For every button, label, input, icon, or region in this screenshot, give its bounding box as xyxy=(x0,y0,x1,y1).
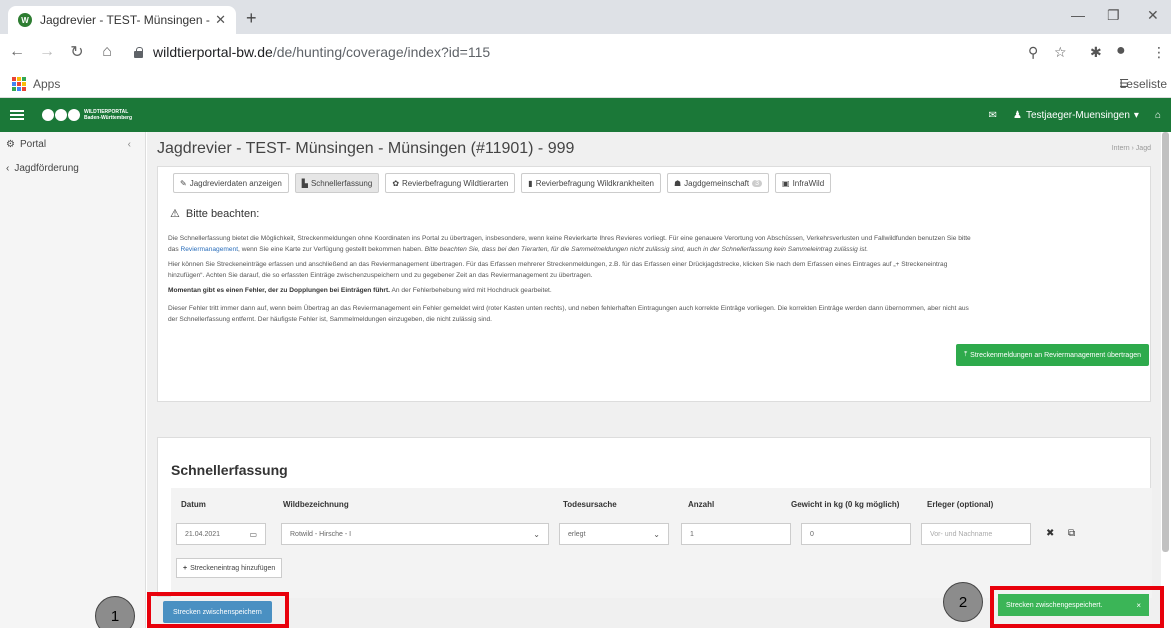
notice-paragraph-2: Hier können Sie Streckeneinträge erfasse… xyxy=(168,261,948,279)
calendar-icon[interactable]: ▭ xyxy=(249,530,257,539)
entry-table: Datum Wildbezeichnung Todesursache Anzah… xyxy=(171,488,1152,598)
window-close-icon[interactable]: ✕ xyxy=(1147,7,1159,24)
warning-icon: ⚠ xyxy=(170,208,180,220)
tab-wildtierarten[interactable]: ✿ Revierbefragung Wildtierarten xyxy=(385,173,516,193)
notice-paragraph-1: Die Schnellerfassung bietet die Möglichk… xyxy=(168,235,971,253)
paw-icon: ✿ xyxy=(392,178,400,188)
gewicht-input[interactable]: 0 xyxy=(801,523,911,545)
gear-icon: ⚙ xyxy=(6,138,15,150)
new-tab-icon[interactable]: + xyxy=(246,8,257,29)
page-scrollbar[interactable] xyxy=(1162,132,1169,562)
header-gewicht: Gewicht in kg (0 kg möglich) xyxy=(791,500,900,509)
anzahl-input[interactable]: 1 xyxy=(681,523,791,545)
browser-tab-strip: W Jagdrevier - TEST- Münsingen - M ✕ + —… xyxy=(0,0,1171,34)
logo-text-line2: Baden-Württemberg xyxy=(84,115,133,121)
highlight-box-save xyxy=(147,592,289,628)
plus-icon: + xyxy=(183,564,188,572)
notice-paragraph-3: Momentan gibt es einen Fehler, der zu Do… xyxy=(168,287,552,294)
book-icon: ▮ xyxy=(528,178,533,188)
bookmark-apps[interactable]: Apps xyxy=(33,77,60,91)
transfer-to-reviermanagement-button[interactable]: ⤒ Streckenmeldungen an Reviermanagement … xyxy=(956,344,1149,366)
home-icon[interactable]: ⌂ xyxy=(94,43,120,61)
info-card: ✎ Jagdrevierdaten anzeigen ▙ Schnellerfass… xyxy=(157,166,1151,402)
back-icon[interactable]: ← xyxy=(4,43,30,61)
tab-jagdrevierdaten[interactable]: ✎ Jagdrevierdaten anzeigen xyxy=(173,173,289,193)
bookmark-star-icon[interactable]: ☆ xyxy=(1054,44,1067,61)
zoom-icon[interactable]: ⚲ xyxy=(1028,44,1038,61)
tab-jagdgemeinschaft[interactable]: ☗ Jagdgemeinschaft 3 xyxy=(667,173,770,193)
image-icon: ▣ xyxy=(782,178,790,188)
browser-tab-title: Jagdrevier - TEST- Münsingen - M xyxy=(40,13,210,27)
logo-mark-icon xyxy=(42,109,80,121)
schnellerfassung-panel: Schnellerfassung Datum Wildbezeichnung T… xyxy=(157,437,1152,598)
close-tab-icon[interactable]: ✕ xyxy=(215,12,226,28)
sidebar-item-label: Portal xyxy=(19,138,47,150)
chevron-down-icon: ⌄ xyxy=(533,529,540,539)
reload-icon[interactable]: ↻ xyxy=(64,42,90,62)
user-icon: ♟ xyxy=(1013,109,1022,121)
notice-paragraph-4: Dieser Fehler tritt immer dann auf, wenn… xyxy=(168,305,969,323)
bookmarks-bar: Apps ☰ Leseliste xyxy=(0,70,1171,98)
upload-icon: ⤒ xyxy=(964,351,968,358)
hamburger-menu-icon[interactable] xyxy=(10,108,24,122)
site-favicon-icon: W xyxy=(18,13,32,27)
header-todesursache: Todesursache xyxy=(563,500,617,509)
date-input[interactable]: 21.04.2021 ▭ xyxy=(176,523,266,545)
notice-heading: ⚠ Bitte beachten: xyxy=(170,207,260,221)
minimize-icon[interactable]: — xyxy=(1071,7,1085,23)
tab-schnellerfassung[interactable]: ▙ Schnellerfassung xyxy=(294,173,380,193)
lock-icon xyxy=(134,46,143,58)
main-content: Jagdrevier - TEST- Münsingen - Münsingen… xyxy=(147,132,1161,628)
sidebar: ⚙ Portal ‹ ‹ Jagdförderung xyxy=(0,132,146,628)
app-header: WILDTIERPORTAL Baden-Württemberg ✉ ♟ Tes… xyxy=(0,98,1171,132)
home-nav-icon[interactable]: ⌂ xyxy=(1155,110,1161,121)
wildbezeichnung-select[interactable]: Rotwild - Hirsche - I ⌄ xyxy=(281,523,549,545)
chart-icon: ▙ xyxy=(301,178,308,188)
sidebar-item-jagdfoerderung[interactable]: ‹ Jagdförderung xyxy=(0,156,145,180)
url-path: /de/hunting/coverage/index?id=115 xyxy=(272,44,491,60)
restore-icon[interactable]: ❐ xyxy=(1107,7,1120,24)
highlight-box-toast xyxy=(990,586,1164,628)
reviermanagement-link[interactable]: Reviermanagement xyxy=(180,246,238,253)
header-erleger: Erleger (optional) xyxy=(927,500,994,509)
sidebar-item-label: Jagdförderung xyxy=(14,162,79,174)
header-anzahl: Anzahl xyxy=(688,500,715,509)
forward-icon[interactable]: → xyxy=(34,43,60,61)
copy-row-icon[interactable]: ⧉ xyxy=(1068,528,1075,539)
reading-list-link[interactable]: Leseliste xyxy=(1120,77,1167,91)
mail-icon[interactable]: ✉ xyxy=(989,110,997,121)
address-bar[interactable]: wildtierportal-bw.de/de/hunting/coverage… xyxy=(134,38,1074,66)
erleger-input[interactable]: Vor- und Nachname xyxy=(921,523,1031,545)
tab-wildkrankheiten[interactable]: ▮ Revierbefragung Wildkrankheiten xyxy=(521,173,661,193)
header-wildbezeichnung: Wildbezeichnung xyxy=(283,500,349,509)
profile-icon[interactable]: ● xyxy=(1116,42,1126,60)
tab-bar: ✎ Jagdrevierdaten anzeigen ▙ Schnellerfass… xyxy=(173,173,832,193)
sidebar-item-portal[interactable]: ⚙ Portal ‹ xyxy=(0,132,145,156)
breadcrumb[interactable]: Intern › Jagd xyxy=(1112,145,1151,152)
caret-down-icon[interactable]: ▾ xyxy=(1134,110,1139,121)
count-badge: 3 xyxy=(752,179,763,187)
todesursache-select[interactable]: erlegt ⌄ xyxy=(559,523,669,545)
extensions-icon[interactable]: ✱ xyxy=(1090,44,1102,61)
header-datum: Datum xyxy=(181,500,206,509)
user-menu[interactable]: Testjaeger-Muensingen xyxy=(1026,110,1130,121)
pencil-icon: ✎ xyxy=(180,178,187,188)
apps-icon[interactable] xyxy=(12,76,26,91)
page-title: Jagdrevier - TEST- Münsingen - Münsingen… xyxy=(157,140,575,157)
tab-infrawild[interactable]: ▣ InfraWild xyxy=(775,173,832,193)
step-marker-2: 2 xyxy=(943,582,983,622)
chevron-left-icon: ‹ xyxy=(6,162,10,174)
add-entry-button[interactable]: + Streckeneintrag hinzufügen xyxy=(176,558,283,578)
collapse-chevron-icon[interactable]: ‹ xyxy=(128,139,131,150)
browser-toolbar: ← → ↻ ⌂ wildtierportal-bw.de/de/hunting/… xyxy=(0,34,1171,70)
url-domain: wildtierportal-bw.de xyxy=(153,44,273,60)
chevron-down-icon: ⌄ xyxy=(653,529,660,539)
browser-tab[interactable]: W Jagdrevier - TEST- Münsingen - M ✕ xyxy=(8,6,236,34)
group-icon: ☗ xyxy=(674,178,682,188)
portal-logo[interactable]: WILDTIERPORTAL Baden-Württemberg xyxy=(42,109,132,121)
delete-row-icon[interactable]: ✖ xyxy=(1046,528,1054,539)
section-title: Schnellerfassung xyxy=(171,462,288,478)
step-marker-1: 1 xyxy=(95,596,135,628)
menu-dots-icon[interactable]: ⋮ xyxy=(1152,44,1166,61)
